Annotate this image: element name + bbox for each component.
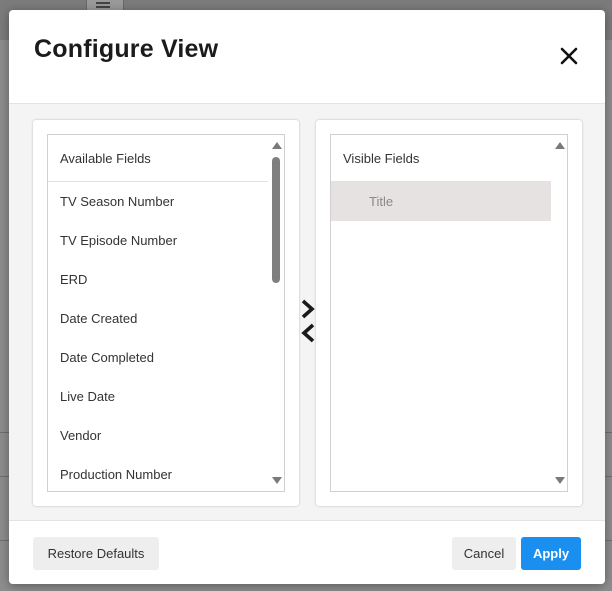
scroll-down-arrow-icon[interactable] bbox=[555, 477, 565, 484]
list-item-vendor[interactable]: Vendor bbox=[48, 416, 268, 455]
list-item-production-number[interactable]: Production Number bbox=[48, 455, 268, 491]
available-fields-header: Available Fields bbox=[48, 135, 268, 182]
dialog-body: Available Fields TV Season Number TV Epi… bbox=[9, 104, 605, 520]
restore-defaults-button[interactable]: Restore Defaults bbox=[33, 537, 159, 570]
filter-icon bbox=[96, 0, 110, 10]
available-fields-panel: Available Fields TV Season Number TV Epi… bbox=[33, 120, 299, 506]
add-to-visible-button[interactable] bbox=[298, 298, 318, 320]
dialog-title: Configure View bbox=[34, 35, 219, 63]
remove-from-visible-button[interactable] bbox=[298, 322, 318, 344]
chevron-left-icon bbox=[301, 323, 315, 343]
list-item-title[interactable]: Title bbox=[331, 182, 551, 221]
visible-fields-header: Visible Fields bbox=[331, 135, 551, 182]
dialog-header: Configure View bbox=[9, 10, 605, 104]
visible-scrollbar[interactable] bbox=[551, 135, 567, 491]
chevron-right-icon bbox=[301, 299, 315, 319]
scroll-up-arrow-icon[interactable] bbox=[272, 142, 282, 149]
scroll-thumb[interactable] bbox=[272, 157, 280, 283]
scroll-down-arrow-icon[interactable] bbox=[272, 477, 282, 484]
list-item-tv-season-number[interactable]: TV Season Number bbox=[48, 182, 268, 221]
available-fields-list[interactable]: Available Fields TV Season Number TV Epi… bbox=[47, 134, 285, 492]
close-icon bbox=[560, 47, 578, 65]
visible-fields-list[interactable]: Visible Fields Title bbox=[330, 134, 568, 492]
apply-button[interactable]: Apply bbox=[521, 537, 581, 570]
scroll-up-arrow-icon[interactable] bbox=[555, 142, 565, 149]
configure-view-dialog: Configure View Available Fields TV Seaso… bbox=[9, 10, 605, 584]
list-item-tv-episode-number[interactable]: TV Episode Number bbox=[48, 221, 268, 260]
dialog-footer: Restore Defaults Cancel Apply bbox=[9, 520, 605, 584]
list-item-erd[interactable]: ERD bbox=[48, 260, 268, 299]
list-item-date-completed[interactable]: Date Completed bbox=[48, 338, 268, 377]
close-button[interactable] bbox=[557, 44, 581, 68]
visible-fields-panel: Visible Fields Title bbox=[316, 120, 582, 506]
cancel-button[interactable]: Cancel bbox=[452, 537, 516, 570]
list-item-live-date[interactable]: Live Date bbox=[48, 377, 268, 416]
list-item-date-created[interactable]: Date Created bbox=[48, 299, 268, 338]
available-scrollbar[interactable] bbox=[268, 135, 284, 491]
